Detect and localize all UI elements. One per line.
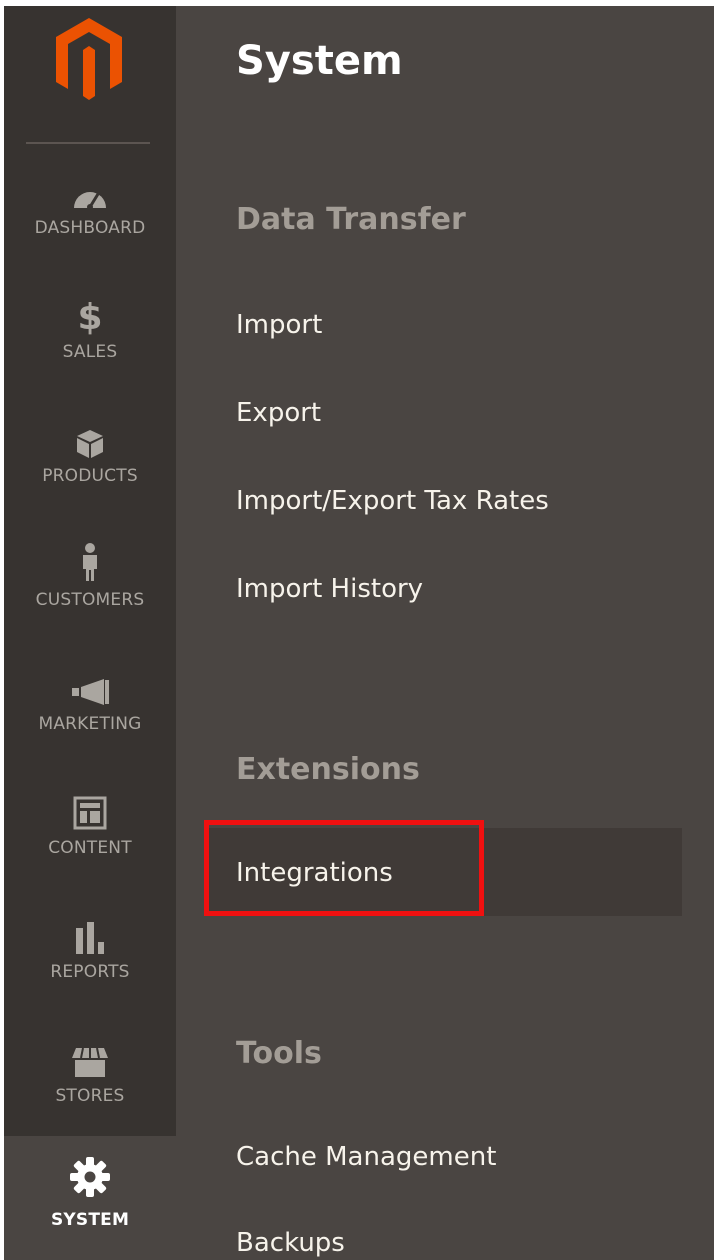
annotation-highlight-box [204,820,484,916]
section-title-extensions: Extensions [236,752,420,787]
magento-logo-icon [56,18,122,100]
sidebar-item-reports[interactable]: REPORTS [4,906,176,1030]
panel-title: System [236,38,403,84]
box-icon [4,420,176,460]
admin-menu-screen: DASHBOARD $ SALES PRODUCTS CUSTOMERS MAR… [0,0,714,1260]
sidebar-item-label: SYSTEM [50,1210,130,1230]
sidebar-item-customers[interactable]: CUSTOMERS [4,534,176,658]
sidebar-item-label: PRODUCTS [42,466,138,486]
sidebar-item-system[interactable]: SYSTEM [4,1136,176,1260]
sidebar-item-label: DASHBOARD [34,218,146,238]
sidebar-item-label: REPORTS [50,962,130,982]
megaphone-icon [4,670,176,706]
sidebar-item-sales[interactable]: $ SALES [4,286,176,410]
menu-link-import-history[interactable]: Import History [236,574,423,604]
dollar-icon: $ [77,297,103,338]
admin-sidebar: DASHBOARD $ SALES PRODUCTS CUSTOMERS MAR… [4,6,176,1260]
system-submenu-panel: System Data Transfer Import Export Impor… [176,6,714,1260]
sidebar-item-label: SALES [62,342,118,362]
sidebar-item-dashboard[interactable]: DASHBOARD [4,162,176,286]
sidebar-item-label: STORES [55,1086,125,1106]
menu-link-cache-management[interactable]: Cache Management [236,1142,496,1172]
section-title-data-transfer: Data Transfer [236,202,466,237]
person-icon [4,538,176,582]
sidebar-item-label: CONTENT [48,838,132,858]
storefront-icon [4,1038,176,1078]
gauge-icon [4,176,176,210]
rail-divider [26,142,150,144]
menu-link-backups[interactable]: Backups [236,1228,345,1258]
sidebar-item-products[interactable]: PRODUCTS [4,410,176,534]
menu-link-import[interactable]: Import [236,310,322,340]
layout-icon [4,786,176,830]
menu-link-import-export-tax-rates[interactable]: Import/Export Tax Rates [236,486,549,516]
menu-link-export[interactable]: Export [236,398,321,428]
sidebar-item-content[interactable]: CONTENT [4,782,176,906]
magento-logo[interactable] [4,6,176,144]
bar-chart-icon [4,910,176,954]
sidebar-item-marketing[interactable]: MARKETING [4,658,176,782]
gear-icon [4,1154,176,1198]
section-title-tools: Tools [236,1036,322,1071]
sidebar-item-label: MARKETING [38,714,142,734]
sidebar-item-label: CUSTOMERS [35,590,145,610]
